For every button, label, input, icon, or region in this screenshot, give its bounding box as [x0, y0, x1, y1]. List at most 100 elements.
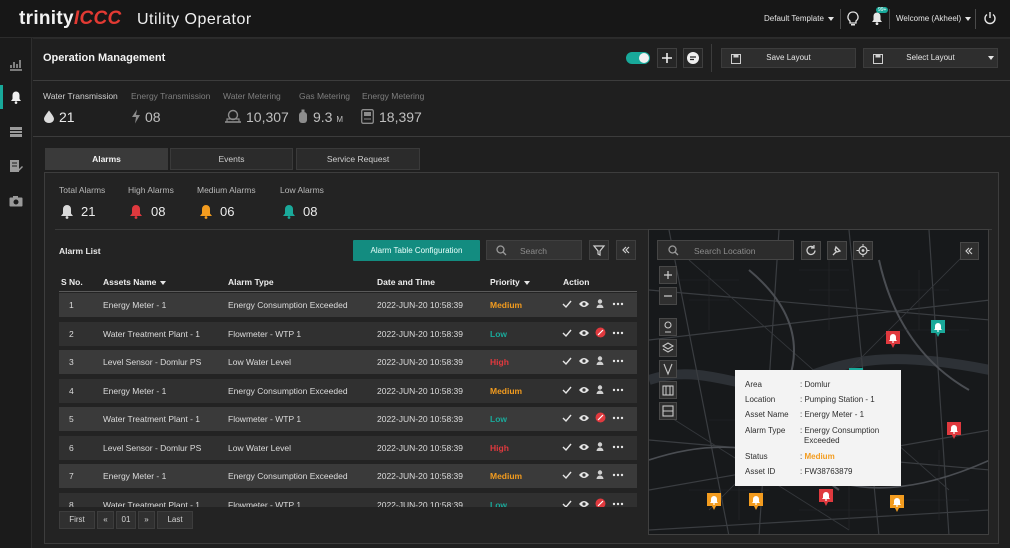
- map-layers-tool[interactable]: [659, 339, 677, 357]
- notification-bell-icon[interactable]: 99+: [869, 7, 889, 28]
- view-eye-icon[interactable]: [578, 299, 590, 309]
- plus-icon: [662, 53, 672, 63]
- plus-icon: [664, 271, 672, 279]
- map-search-input[interactable]: Search Location: [657, 240, 794, 260]
- acknowledge-check-icon[interactable]: [562, 328, 572, 338]
- more-options-icon[interactable]: [612, 416, 624, 420]
- cell-alarm-type: Energy Consumption Exceeded: [228, 471, 348, 481]
- acknowledge-check-icon[interactable]: [562, 385, 572, 395]
- more-options-icon[interactable]: [612, 331, 624, 335]
- crosshair-icon: [856, 244, 870, 257]
- view-eye-icon[interactable]: [578, 385, 590, 395]
- acknowledge-check-icon[interactable]: [562, 442, 572, 452]
- cell-alarm-type: Low Water Level: [228, 357, 291, 367]
- view-eye-icon[interactable]: [578, 470, 590, 480]
- more-options-icon[interactable]: [612, 388, 624, 392]
- zoom-in-button[interactable]: [659, 266, 677, 284]
- cell-date-time: 2022-JUN-20 10:58:39: [377, 385, 464, 396]
- more-options-icon[interactable]: [612, 302, 624, 306]
- cell-date-time: 2022-JUN-20 10:58:39: [377, 414, 464, 424]
- add-button[interactable]: [657, 48, 677, 68]
- assign-user-icon[interactable]: [595, 298, 606, 309]
- pager-prev-button[interactable]: «: [97, 511, 114, 529]
- view-eye-icon[interactable]: [578, 328, 590, 338]
- table-row[interactable]: 8 Water Treatment Plant - 1 Flowmeter - WT…: [59, 492, 637, 508]
- map-tooltip: Area : Domlur Location : Pumping Station…: [735, 370, 901, 486]
- acknowledge-check-icon[interactable]: [562, 499, 572, 508]
- tooltip-asset-value: : Energy Meter - 1: [800, 410, 865, 419]
- map-refresh-button[interactable]: [801, 241, 821, 260]
- map-alarm-marker-icon[interactable]: [930, 319, 946, 341]
- row-actions: [562, 441, 634, 455]
- map-alarm-marker-icon[interactable]: [818, 488, 834, 510]
- map-alarm-marker-icon[interactable]: [946, 421, 962, 443]
- map-alarm-marker-icon[interactable]: [885, 330, 901, 352]
- power-icon[interactable]: [983, 11, 997, 27]
- table-row[interactable]: 6 Level Sensor - Domlur PS Low Water Level…: [59, 435, 637, 460]
- view-eye-icon[interactable]: [578, 499, 590, 508]
- more-options-icon[interactable]: [612, 359, 624, 363]
- assign-user-icon[interactable]: [595, 384, 606, 395]
- zoom-out-button[interactable]: [659, 287, 677, 305]
- cell-date-time: 2022-JUN-20 10:58:39: [377, 357, 464, 367]
- acknowledge-check-icon[interactable]: [562, 299, 572, 309]
- select-layout-dropdown[interactable]: Select Layout: [863, 48, 998, 68]
- cell-date-time: 2022-JUN-20 10:58:39: [377, 328, 464, 339]
- table-row[interactable]: 2 Water Treatment Plant - 1 Flowmeter - WT…: [59, 321, 637, 346]
- assign-user-icon[interactable]: [595, 327, 606, 338]
- assign-user-icon[interactable]: [595, 412, 606, 423]
- view-eye-icon[interactable]: [578, 442, 590, 452]
- view-eye-icon[interactable]: [578, 356, 590, 366]
- table-row[interactable]: 4 Energy Meter - 1 Energy Consumption Exce…: [59, 378, 637, 403]
- table-row[interactable]: 3 Level Sensor - Domlur PS Low Water Level…: [59, 350, 637, 374]
- acknowledge-check-icon[interactable]: [562, 413, 572, 423]
- cell-priority: High: [490, 442, 509, 453]
- save-layout-button[interactable]: Save Layout: [721, 48, 856, 68]
- cell-date-time: 2022-JUN-20 10:58:39: [377, 471, 464, 481]
- pager-last-button[interactable]: Last: [157, 511, 193, 529]
- cell-asset: Water Treatment Plant - 1: [103, 499, 200, 508]
- map-alarm-marker-icon[interactable]: [889, 494, 905, 516]
- pager-first-button[interactable]: First: [59, 511, 95, 529]
- row-actions: [562, 498, 634, 508]
- tooltip-type-value-2: Exceeded: [804, 436, 840, 445]
- more-options-icon[interactable]: [612, 445, 624, 449]
- map-pin-tool-button[interactable]: [827, 241, 847, 260]
- user-menu[interactable]: Welcome (Akheel): [896, 14, 972, 23]
- map-alarm-marker-icon[interactable]: [706, 492, 722, 514]
- assign-user-icon[interactable]: [595, 498, 606, 508]
- alarm-table-body: 1 Energy Meter - 1 Energy Consumption Exce…: [0, 0, 650, 507]
- map-marker-tool[interactable]: [659, 318, 677, 336]
- chat-button[interactable]: [683, 48, 703, 68]
- acknowledge-check-icon[interactable]: [562, 470, 572, 480]
- cell-priority: Low: [490, 414, 507, 424]
- assign-user-icon[interactable]: [595, 441, 606, 452]
- map-alarm-marker-icon[interactable]: [748, 492, 764, 514]
- map-collapse-button[interactable]: [960, 242, 979, 260]
- map-locate-button[interactable]: [853, 241, 873, 260]
- pager-next-button[interactable]: »: [138, 511, 155, 529]
- cell-sno: 3: [69, 357, 74, 367]
- assign-user-icon[interactable]: [595, 469, 606, 480]
- tooltip-asset-label: Asset Name: [745, 410, 789, 419]
- map-area-tool[interactable]: [659, 402, 677, 420]
- view-eye-icon[interactable]: [578, 413, 590, 423]
- template-dropdown[interactable]: Default Template: [764, 14, 834, 23]
- acknowledge-check-icon[interactable]: [562, 356, 572, 366]
- table-row[interactable]: 7 Energy Meter - 1 Energy Consumption Exce…: [59, 464, 637, 488]
- lightbulb-icon[interactable]: [847, 11, 859, 29]
- pager-current-page[interactable]: 01: [116, 511, 136, 529]
- notification-badge: 99+: [876, 7, 889, 13]
- map-building-tool[interactable]: [659, 381, 677, 399]
- assign-user-icon[interactable]: [595, 355, 606, 366]
- divider: [889, 9, 890, 29]
- cell-sno: 8: [69, 499, 74, 508]
- row-actions: [562, 384, 634, 398]
- divider: [711, 44, 712, 72]
- tooltip-type-label: Alarm Type: [745, 426, 786, 435]
- more-options-icon[interactable]: [612, 502, 624, 506]
- table-row[interactable]: 1 Energy Meter - 1 Energy Consumption Exce…: [59, 293, 637, 317]
- more-options-icon[interactable]: [612, 473, 624, 477]
- table-row[interactable]: 5 Water Treatment Plant - 1 Flowmeter - WT…: [59, 407, 637, 431]
- map-route-tool[interactable]: [659, 360, 677, 378]
